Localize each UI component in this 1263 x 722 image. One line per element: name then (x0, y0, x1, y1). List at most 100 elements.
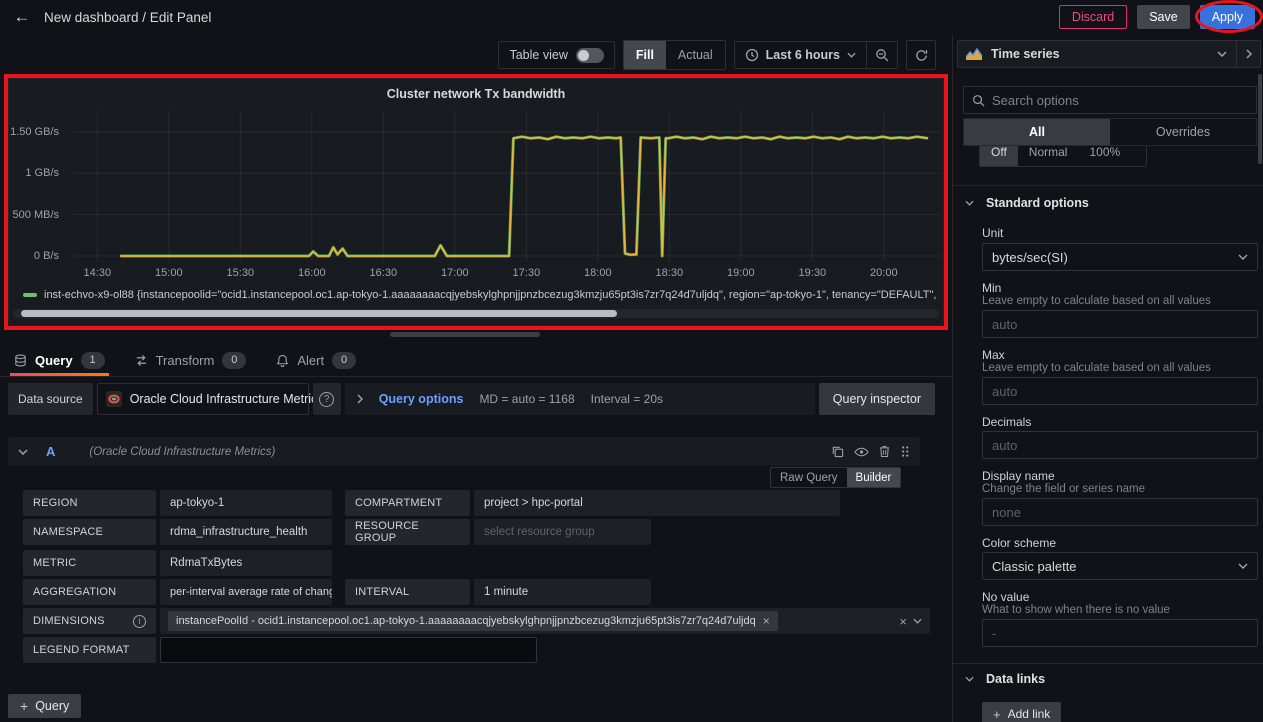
min-input[interactable] (982, 310, 1258, 338)
chevron-down-icon (965, 200, 974, 206)
resource-group-field-label: RESOURCE GROUP (345, 519, 470, 545)
fill-button[interactable]: Fill (624, 41, 666, 69)
max-input[interactable] (982, 377, 1258, 405)
dimensions-field-label: DIMENSIONS i (23, 608, 156, 634)
x-axis-label: 14:30 (84, 267, 112, 279)
tab-alert[interactable]: Alert 0 (276, 344, 356, 376)
no-value-input[interactable] (982, 619, 1258, 647)
option-off[interactable]: Off (980, 146, 1018, 166)
region-field-value[interactable]: ap-tokyo-1 (160, 490, 332, 516)
clear-dimensions-icon[interactable]: × (899, 614, 907, 629)
query-options-link[interactable]: Query options (379, 392, 464, 406)
decimals-input[interactable] (982, 431, 1258, 459)
dimensions-select[interactable]: instancePoolId - ocid1.instancepool.oc1.… (160, 608, 930, 634)
compartment-field-value[interactable]: project > hpc-portal (474, 490, 840, 516)
dimension-tag-chip: instancePoolId - ocid1.instancepool.oc1.… (168, 611, 778, 631)
option-100pct[interactable]: 100% (1078, 146, 1131, 166)
tab-transform[interactable]: Transform 0 (135, 344, 247, 376)
legend-scrollbar-thumb[interactable] (21, 310, 617, 317)
options-search-input[interactable] (992, 93, 1248, 108)
chevron-right-icon[interactable] (357, 394, 363, 404)
display-name-help-text: Change the field or series name (982, 483, 1145, 495)
query-inspector-button[interactable]: Query inspector (819, 383, 935, 415)
chevron-down-icon (1238, 563, 1248, 569)
region-field-label: REGION (23, 490, 156, 516)
option-normal[interactable]: Normal (1018, 146, 1079, 166)
top-bar: ← New dashboard / Edit Panel Discard Sav… (0, 0, 1263, 34)
apply-button[interactable]: Apply (1200, 5, 1255, 29)
duplicate-query-icon[interactable] (831, 445, 844, 458)
datasource-picker[interactable]: Oracle Cloud Infrastructure Metrics (97, 383, 309, 415)
max-help-text: Leave empty to calculate based on all va… (982, 362, 1211, 374)
transform-icon (135, 354, 148, 367)
add-query-button[interactable]: + Query (8, 694, 81, 718)
color-scheme-label: Color scheme (982, 536, 1056, 550)
chevron-down-icon[interactable] (18, 449, 28, 455)
panel-toolbar: Table view Fill Actual Last 6 hours (0, 40, 944, 70)
add-link-button[interactable]: + Add link (982, 702, 1061, 722)
edit-tab-bar: Query 1 Transform 0 Alert 0 (0, 344, 952, 377)
refresh-icon (915, 49, 928, 62)
panel-resize-handle[interactable] (390, 332, 540, 337)
datasource-row: Data source Oracle Cloud Infrastructure … (8, 383, 935, 415)
tab-query[interactable]: Query 1 (14, 344, 105, 376)
chevron-down-icon[interactable] (1217, 51, 1227, 57)
unit-value: bytes/sec(SI) (992, 250, 1068, 265)
color-scheme-select[interactable]: Classic palette (982, 552, 1258, 580)
remove-dimension-icon[interactable]: × (763, 614, 770, 628)
plus-icon: + (20, 698, 28, 714)
y-axis: 0 B/s500 MB/s1 GB/s1.50 GB/s (9, 111, 67, 261)
options-search-box[interactable] (963, 86, 1257, 114)
legend-format-input[interactable] (160, 637, 537, 663)
field-row: LEGEND FORMAT (23, 637, 537, 663)
datasource-help-button[interactable]: ? (313, 383, 341, 415)
legend-row[interactable]: inst-echvo-x9-ol88 {instancepoolid="ocid… (23, 287, 937, 303)
aggregation-field-value[interactable]: per-interval average rate of change (160, 579, 332, 605)
panel-options-pane: Time series All Overrides Off Normal (952, 34, 1263, 722)
discard-button[interactable]: Discard (1059, 5, 1127, 29)
data-links-title: Data links (986, 672, 1045, 686)
database-icon (14, 354, 27, 367)
delete-query-trash-icon[interactable] (879, 445, 890, 458)
resource-group-field-value[interactable]: select resource group (474, 519, 651, 545)
raw-query-button[interactable]: Raw Query (771, 468, 847, 487)
chart-plot[interactable] (73, 111, 941, 261)
field-row: METRIC RdmaTxBytes (23, 550, 332, 576)
chart-panel[interactable]: Cluster network Tx bandwidth 0 B/s500 MB… (8, 78, 944, 326)
options-scrollbar-thumb[interactable] (1258, 74, 1262, 164)
y-axis-label: 1 GB/s (25, 167, 59, 179)
tab-all[interactable]: All (964, 119, 1110, 145)
metric-field-value[interactable]: RdmaTxBytes (160, 550, 332, 576)
query-datasource-subtitle: (Oracle Cloud Infrastructure Metrics) (89, 446, 275, 458)
x-axis-label: 17:30 (513, 267, 541, 279)
standard-options-section-header[interactable]: Standard options (965, 196, 1089, 210)
refresh-button[interactable] (906, 40, 936, 70)
tab-overrides[interactable]: Overrides (1110, 119, 1256, 145)
back-arrow-icon[interactable]: ← (8, 3, 36, 31)
legend-scrollbar[interactable] (13, 309, 939, 318)
collapse-pane-chevron-icon[interactable] (1246, 49, 1252, 59)
legend-series-label[interactable]: inst-echvo-x9-ol88 {instancepoolid="ocid… (44, 289, 937, 301)
time-range-group: Last 6 hours (734, 41, 898, 69)
query-row-header[interactable]: A (Oracle Cloud Infrastructure Metrics) (8, 437, 920, 466)
save-button[interactable]: Save (1137, 5, 1190, 29)
visualization-picker[interactable]: Time series (957, 40, 1261, 68)
actual-button[interactable]: Actual (666, 41, 725, 69)
unit-select[interactable]: bytes/sec(SI) (982, 243, 1258, 271)
drag-query-grip-icon[interactable] (900, 445, 910, 458)
legend-format-field-label: LEGEND FORMAT (23, 637, 156, 663)
table-view-toggle[interactable] (576, 48, 604, 63)
top-bar-actions: Discard Save Apply (1059, 5, 1255, 29)
builder-button[interactable]: Builder (847, 468, 901, 487)
zoom-out-button[interactable] (867, 42, 897, 68)
query-ref-id: A (46, 444, 55, 459)
data-links-section-header[interactable]: Data links (965, 672, 1045, 686)
namespace-field-value[interactable]: rdma_infrastructure_health (160, 519, 332, 545)
display-name-input[interactable] (982, 498, 1258, 526)
tab-query-count: 1 (81, 352, 105, 369)
chevron-down-icon[interactable] (913, 618, 922, 624)
hide-query-eye-icon[interactable] (854, 447, 869, 457)
time-range-picker[interactable]: Last 6 hours (735, 42, 866, 68)
interval-field-value[interactable]: 1 minute (474, 579, 651, 605)
info-icon[interactable]: i (133, 615, 146, 628)
